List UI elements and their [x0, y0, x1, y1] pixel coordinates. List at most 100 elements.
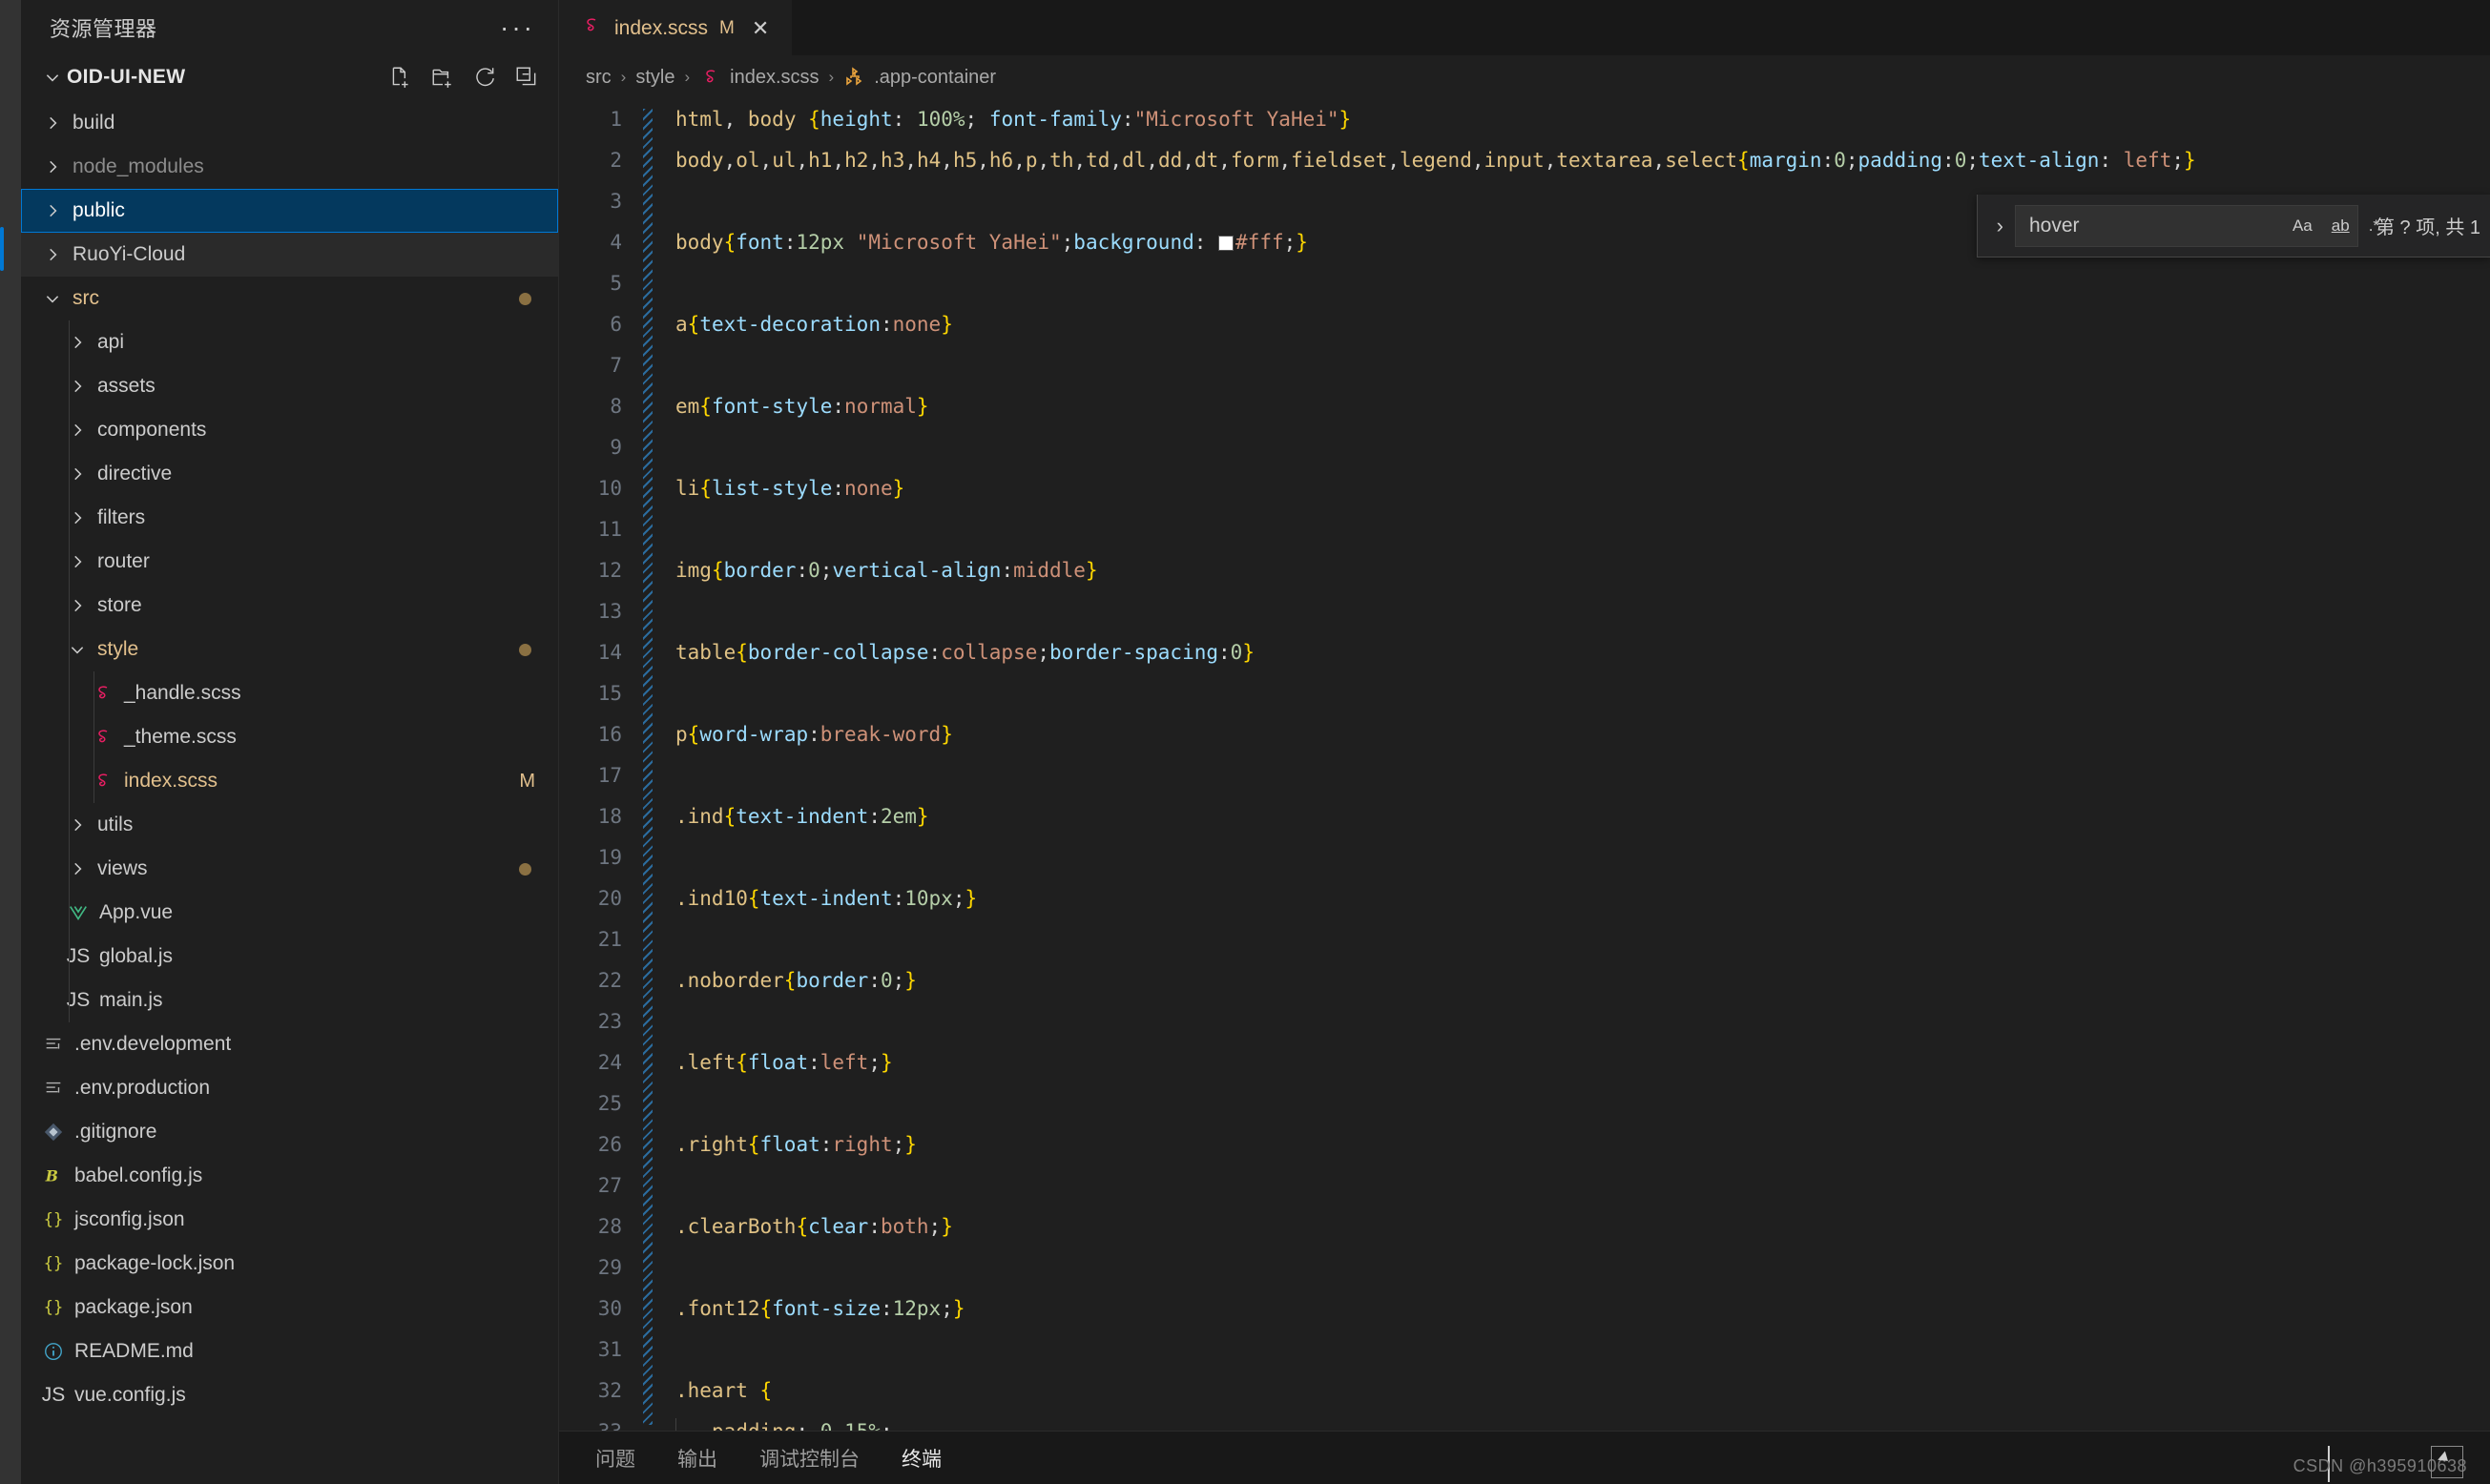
chevron-right-icon[interactable]: [63, 465, 92, 483]
tab-index-scss[interactable]: index.scss M ✕: [559, 0, 793, 55]
code-line[interactable]: a{text-decoration:none}: [675, 304, 2490, 345]
match-case-icon[interactable]: Aa: [2288, 215, 2317, 237]
editor-viewport[interactable]: › Aa ab .* 第 ? 项, 共 1 123456789101112131…: [559, 99, 2490, 1431]
tree-file-readme.md[interactable]: README.md: [21, 1329, 558, 1373]
tree-folder-style[interactable]: style: [21, 628, 558, 671]
tree-folder-assets[interactable]: assets: [21, 364, 558, 408]
tree-folder-public[interactable]: public: [21, 189, 558, 233]
breadcrumb-item-app-container[interactable]: .app-container: [843, 66, 996, 89]
tree-folder-filters[interactable]: filters: [21, 496, 558, 540]
tree-folder-utils[interactable]: utils: [21, 803, 558, 847]
tree-folder-node-modules[interactable]: node_modules: [21, 145, 558, 189]
breadcrumb-item-index-scss[interactable]: index.scss: [699, 66, 820, 89]
tree-folder-src[interactable]: src: [21, 277, 558, 320]
close-icon[interactable]: ✕: [746, 16, 775, 41]
code-editor[interactable]: 1 2 3 4 5 6 7 8 9 10 11 12 13 14 15 16 17 18 19 20 21 22 23 24 2…: [559, 99, 2490, 1431]
collapse-all-icon[interactable]: [514, 65, 539, 90]
tree-file-package.json[interactable]: {} package.json: [21, 1286, 558, 1329]
code-line[interactable]: .font12{font-size:12px;}: [675, 1288, 2490, 1329]
code-line[interactable]: .clearBoth{clear:both;}: [675, 1206, 2490, 1247]
code-line[interactable]: [675, 1083, 2490, 1124]
tree-file-.env.development[interactable]: .env.development: [21, 1022, 558, 1066]
code-line[interactable]: [675, 755, 2490, 796]
workspace-root-row[interactable]: OID-UI-NEW: [21, 55, 558, 99]
chevron-right-icon[interactable]: [38, 114, 67, 132]
breadcrumb-item-src[interactable]: src: [586, 67, 612, 89]
chevron-down-icon[interactable]: [38, 290, 67, 307]
tree-file-babel.config.js[interactable]: Bbabel.config.js: [21, 1154, 558, 1198]
chevron-right-icon[interactable]: [38, 158, 67, 175]
code-content[interactable]: html, body {height: 100%; font-family:"M…: [660, 99, 2490, 1431]
refresh-icon[interactable]: [472, 65, 497, 90]
tree-folder-api[interactable]: api: [21, 320, 558, 364]
chevron-right-icon[interactable]: [63, 816, 92, 834]
code-line[interactable]: body,ol,ul,h1,h2,h3,h4,h5,h6,p,th,td,dl,…: [675, 140, 2490, 181]
chevron-down-icon[interactable]: [38, 69, 67, 86]
code-line[interactable]: p{word-wrap:break-word}: [675, 714, 2490, 755]
tree-folder-ruoyi-cloud[interactable]: RuoYi-Cloud: [21, 233, 558, 277]
tree-file-.gitignore[interactable]: .gitignore: [21, 1110, 558, 1154]
chevron-right-icon[interactable]: [63, 597, 92, 614]
new-folder-icon[interactable]: [430, 65, 455, 90]
code-line[interactable]: img{border:0;vertical-align:middle}: [675, 550, 2490, 591]
tree-file-main.js[interactable]: JS main.js: [21, 979, 558, 1022]
breadcrumb-item-style[interactable]: style: [635, 67, 674, 89]
chevron-right-icon[interactable]: [63, 378, 92, 395]
code-line[interactable]: table{border-collapse:collapse;border-sp…: [675, 632, 2490, 673]
chevron-right-icon[interactable]: [63, 334, 92, 351]
panel-tab-调试控制台[interactable]: 调试控制台: [756, 1444, 863, 1473]
code-line[interactable]: [675, 1247, 2490, 1288]
code-line[interactable]: li{list-style:none}: [675, 468, 2490, 509]
chevron-right-icon[interactable]: [63, 553, 92, 570]
tree-folder-views[interactable]: views: [21, 847, 558, 891]
tree-file-jsconfig.json[interactable]: {} jsconfig.json: [21, 1198, 558, 1242]
tree-file-global.js[interactable]: JS global.js: [21, 935, 558, 979]
tree-file--theme.scss[interactable]: _theme.scss: [21, 715, 558, 759]
code-line[interactable]: [675, 1329, 2490, 1371]
code-line[interactable]: [675, 509, 2490, 550]
code-line[interactable]: .noborder{border:0;}: [675, 960, 2490, 1001]
search-input[interactable]: [2028, 214, 2288, 237]
code-line[interactable]: [675, 1165, 2490, 1206]
tree-folder-components[interactable]: components: [21, 408, 558, 452]
code-line[interactable]: html, body {height: 100%; font-family:"M…: [675, 99, 2490, 140]
code-line[interactable]: .ind{text-indent:2em}: [675, 796, 2490, 837]
chevron-right-icon[interactable]: [63, 509, 92, 526]
code-line[interactable]: [675, 263, 2490, 304]
tree-file-package-lock.json[interactable]: {} package-lock.json: [21, 1242, 558, 1286]
tree-file--handle.scss[interactable]: _handle.scss: [21, 671, 558, 715]
tree-folder-build[interactable]: build: [21, 101, 558, 145]
tree-file-vue.config.js[interactable]: JS vue.config.js: [21, 1373, 558, 1417]
fold-strip[interactable]: [635, 99, 660, 1431]
code-line[interactable]: [675, 919, 2490, 960]
tree-folder-router[interactable]: router: [21, 540, 558, 584]
whole-word-icon[interactable]: ab: [2327, 215, 2355, 237]
chevron-down-icon[interactable]: [63, 641, 92, 658]
tree-file-app.vue[interactable]: App.vue: [21, 891, 558, 935]
code-line[interactable]: .left{float:left;}: [675, 1042, 2490, 1083]
find-input-wrapper[interactable]: Aa ab .*: [2014, 204, 2379, 247]
tree-file-.env.production[interactable]: .env.production: [21, 1066, 558, 1110]
tree-folder-store[interactable]: store: [21, 584, 558, 628]
chevron-right-icon[interactable]: [63, 422, 92, 439]
chevron-right-icon[interactable]: [38, 202, 67, 219]
code-line[interactable]: [675, 427, 2490, 468]
chevron-right-icon[interactable]: ›: [1985, 214, 2015, 238]
panel-tab-问题[interactable]: 问题: [591, 1444, 639, 1473]
code-line[interactable]: [675, 591, 2490, 632]
code-line[interactable]: .ind10{text-indent:10px;}: [675, 878, 2490, 919]
chevron-right-icon[interactable]: [63, 860, 92, 877]
code-line[interactable]: .heart {: [675, 1371, 2490, 1412]
code-line[interactable]: [675, 1001, 2490, 1042]
code-line[interactable]: em{font-style:normal}: [675, 386, 2490, 427]
panel-tab-终端[interactable]: 终端: [898, 1444, 945, 1473]
ellipsis-icon[interactable]: ···: [500, 14, 535, 41]
tree-folder-directive[interactable]: directive: [21, 452, 558, 496]
new-file-icon[interactable]: [388, 65, 413, 90]
code-line[interactable]: [675, 673, 2490, 714]
code-line[interactable]: [675, 345, 2490, 386]
panel-tab-输出[interactable]: 输出: [674, 1444, 721, 1473]
tree-file-index.scss[interactable]: index.scss M: [21, 759, 558, 803]
chevron-right-icon[interactable]: [38, 246, 67, 263]
code-line[interactable]: .right{float:right;}: [675, 1124, 2490, 1165]
